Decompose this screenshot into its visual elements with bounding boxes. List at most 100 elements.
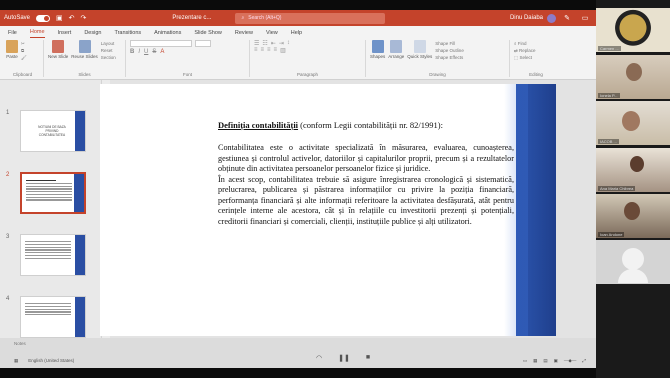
font-color-icon[interactable]: A <box>160 49 164 55</box>
sorter-view-icon[interactable]: ▦ <box>533 358 537 364</box>
decrease-indent-icon[interactable]: ⇤ <box>271 40 276 47</box>
align-center-icon[interactable]: ≡ <box>261 47 265 54</box>
slide-canvas[interactable]: Definiția contabilității (conform Legii … <box>100 84 556 336</box>
align-left-icon[interactable]: ≡ <box>254 47 258 54</box>
arrange-button[interactable]: Arrange <box>388 40 404 59</box>
zoom-slider[interactable]: —◆— <box>564 358 576 364</box>
format-painter-icon[interactable]: 🖌 <box>21 54 27 61</box>
notes-hint[interactable]: Notes <box>0 338 596 348</box>
select-button[interactable]: ⬚ Select <box>514 54 558 61</box>
slide-title-rest: (conform Legii contabilității nr. 82/199… <box>298 120 443 130</box>
tab-transitions[interactable]: Transitions <box>114 30 141 38</box>
underline-icon[interactable]: U <box>144 49 148 55</box>
strikethrough-icon[interactable]: S <box>152 49 156 55</box>
slideshow-view-icon[interactable]: ▣ <box>554 358 558 364</box>
slide-thumbnail-1[interactable]: NOTIUNI DE BAZA PRIVIND CONTABILITATEA <box>20 110 86 152</box>
avatar[interactable] <box>547 13 556 23</box>
thumbnail-number: 3 <box>6 234 10 240</box>
tab-insert[interactable]: Insert <box>58 30 72 38</box>
slide-thumbnail-3[interactable] <box>20 234 86 276</box>
participant-tile-6[interactable] <box>596 240 670 284</box>
search-box[interactable]: ⌕ Search (Alt+Q) <box>235 12 386 24</box>
stop-icon[interactable]: ■ <box>366 354 370 362</box>
cut-icon[interactable]: ✂ <box>21 40 27 47</box>
participant-tile-3[interactable]: IACOB ... <box>596 101 670 145</box>
tab-design[interactable]: Design <box>84 30 101 38</box>
participant-tile-1[interactable]: Carmen ... <box>596 8 670 52</box>
tab-file[interactable]: File <box>8 30 17 38</box>
slide-thumbnail-4[interactable] <box>20 296 86 338</box>
language-indicator[interactable]: English (United States) <box>28 358 74 364</box>
slide-text-box[interactable]: Definiția contabilității (conform Legii … <box>218 120 514 227</box>
tab-help[interactable]: Help <box>291 30 302 38</box>
paste-button[interactable]: Paste <box>6 40 18 59</box>
bullets-icon[interactable]: ☰ <box>254 40 259 47</box>
line-spacing-icon[interactable]: ↕ <box>287 40 290 47</box>
italic-icon[interactable]: I <box>138 49 140 55</box>
tab-view[interactable]: View <box>266 30 278 38</box>
redo-icon[interactable]: ↷ <box>81 14 87 22</box>
workspace: 1 NOTIUNI DE BAZA PRIVIND CONTABILITATEA… <box>0 80 596 368</box>
tab-review[interactable]: Review <box>235 30 253 38</box>
pause-icon[interactable]: ❚❚ <box>338 354 350 362</box>
reuse-slides-icon <box>78 40 91 53</box>
participant-tile-2[interactable]: Ionela P... <box>596 55 670 99</box>
thumbnail-strip <box>74 174 84 212</box>
normal-view-icon[interactable]: ▭ <box>523 358 527 364</box>
shape-outline-button[interactable]: Shape Outline <box>435 47 464 54</box>
align-right-icon[interactable]: ≡ <box>267 47 271 54</box>
slide-paragraph-2: În acest scop, contabilitatea trebuie să… <box>218 174 514 226</box>
thumbnail-lines <box>25 303 71 317</box>
participant-face <box>624 202 640 220</box>
increase-indent-icon[interactable]: ⇥ <box>279 40 284 47</box>
autosave-toggle[interactable] <box>36 14 51 22</box>
fit-window-icon[interactable]: ⤢ <box>582 358 586 364</box>
replace-button[interactable]: ⇄ Replace <box>514 47 558 54</box>
thumbnail-row-3[interactable]: 3 <box>6 234 86 276</box>
participant-face <box>626 63 642 81</box>
reading-view-icon[interactable]: ▤ <box>543 358 547 364</box>
participant-tile-4[interactable]: Ana Maria Chibrea <box>596 148 670 192</box>
ribbon-display-icon[interactable]: ▭ <box>578 14 592 22</box>
new-slide-button[interactable]: New Slide <box>48 40 68 59</box>
save-icon[interactable]: ▣ <box>56 14 63 22</box>
quick-styles-button[interactable]: Quick Styles <box>407 40 432 59</box>
find-button[interactable]: ⌕ Find <box>514 40 558 47</box>
wifi-icon[interactable]: ◠ <box>316 354 322 362</box>
tab-animations[interactable]: Animations <box>154 30 181 38</box>
thumbnail-row-1[interactable]: 1 NOTIUNI DE BAZA PRIVIND CONTABILITATEA <box>6 110 86 152</box>
user-area[interactable]: Dinu Daiaba ✎ ▭ <box>510 13 592 23</box>
justify-icon[interactable]: ≡ <box>274 47 278 54</box>
thumbnail-lines <box>26 180 72 202</box>
font-size-field[interactable] <box>195 40 211 47</box>
shape-fill-button[interactable]: Shape Fill <box>435 40 464 47</box>
reset-button[interactable]: Reset <box>101 47 116 54</box>
search-icon: ⌕ <box>241 15 245 21</box>
font-group: B I U S A Font <box>130 40 250 77</box>
thumbnail-number: 4 <box>6 296 10 302</box>
thumbnail-strip <box>75 235 85 275</box>
section-button[interactable]: Section <box>101 54 116 61</box>
participant-tile-5[interactable]: Ioan Andone <box>596 194 670 238</box>
undo-icon[interactable]: ↶ <box>69 14 75 22</box>
copy-icon[interactable]: ⧉ <box>21 47 27 54</box>
bold-icon[interactable]: B <box>130 49 134 55</box>
participant-name: Ioan Andone <box>598 232 625 237</box>
tab-home[interactable]: Home <box>29 29 45 38</box>
pen-icon[interactable]: ✎ <box>560 14 574 22</box>
shapes-button[interactable]: Shapes <box>370 40 385 59</box>
thumbnail-lines <box>25 241 71 260</box>
title-bar: AutoSave ▣ ↶ ↷ Prezentare c... ⌕ Search … <box>0 10 596 26</box>
thumbnail-row-4[interactable]: 4 <box>6 296 86 338</box>
tab-slide-show[interactable]: Slide Show <box>194 30 222 38</box>
numbering-icon[interactable]: ☷ <box>262 40 267 47</box>
font-name-field[interactable] <box>130 40 192 47</box>
thumbnail-row-2[interactable]: 2 <box>6 172 86 214</box>
shape-effects-button[interactable]: Shape Effects <box>435 54 464 61</box>
reuse-slides-button[interactable]: Reuse Slides <box>71 40 98 59</box>
slide-thumbnails-pane[interactable]: 1 NOTIUNI DE BAZA PRIVIND CONTABILITATEA… <box>0 80 102 342</box>
layout-button[interactable]: Layout <box>101 40 116 47</box>
slide-thumbnail-2[interactable] <box>20 172 86 214</box>
columns-icon[interactable]: ▥ <box>280 47 286 54</box>
accessibility-icon[interactable]: ▦ <box>14 358 18 364</box>
